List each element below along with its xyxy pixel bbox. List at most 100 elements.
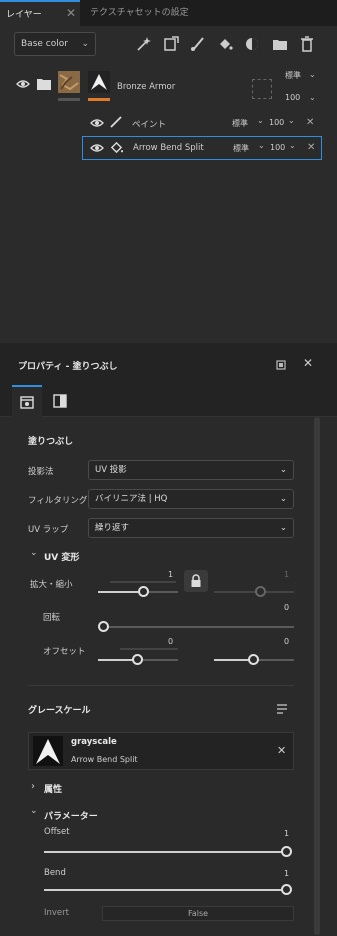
- menu-icon[interactable]: [276, 703, 288, 715]
- layer-fill-arrow-bend-split[interactable]: Arrow Bend Split 標準 ⌄ 100 ⌄ ✕: [82, 136, 322, 160]
- param-offset-label: Offset: [44, 827, 70, 837]
- offset-y-slider-fill: [214, 659, 252, 661]
- offset-x-slider-knob[interactable]: [132, 654, 143, 665]
- projection-value: UV 投影: [95, 465, 127, 475]
- rotation-slider-knob[interactable]: [98, 621, 109, 632]
- chevron-down-icon: ⌄: [81, 39, 89, 49]
- rotation-slider-track[interactable]: [104, 626, 294, 628]
- scale-value-locked: 1: [284, 570, 290, 579]
- close-icon[interactable]: ✕: [307, 142, 315, 153]
- chevron-right-icon[interactable]: ›: [31, 781, 35, 792]
- chevron-down-icon: ⌄: [257, 116, 264, 125]
- blend-mode-value[interactable]: 標準: [285, 70, 301, 81]
- tab-texture-set-settings[interactable]: テクスチャセットの設定: [84, 0, 200, 26]
- offset-x-slider-fill: [98, 659, 136, 661]
- channel-select[interactable]: Base color ⌄: [14, 32, 96, 56]
- mask-selected-indicator: [88, 98, 110, 101]
- scale-slider-knob-disabled: [255, 586, 266, 597]
- offset-y-slider-knob[interactable]: [248, 654, 259, 665]
- attributes-title[interactable]: 属性: [44, 782, 62, 795]
- layer-paint[interactable]: ペイント 標準 ⌄ 100 ⌄ ✕: [0, 112, 327, 134]
- chevron-down-icon[interactable]: ⌄: [30, 806, 38, 816]
- rotation-label: 回転: [43, 613, 61, 623]
- tab-fill-properties[interactable]: [12, 385, 42, 417]
- eye-icon[interactable]: [16, 79, 30, 89]
- properties-title: プロパティ - 塗りつぶし: [18, 362, 118, 372]
- offset-x-underline: [120, 648, 178, 650]
- opacity-value[interactable]: 100: [270, 143, 285, 152]
- close-icon[interactable]: ✕: [306, 117, 314, 128]
- trash-icon[interactable]: [299, 36, 315, 52]
- param-offset-slider-knob[interactable]: [281, 846, 292, 857]
- chevron-down-icon: ⌄: [279, 523, 287, 533]
- eye-icon[interactable]: [90, 143, 104, 153]
- lock-icon: [191, 574, 201, 587]
- close-icon[interactable]: ✕: [303, 356, 313, 370]
- layer-group-bronze-armor[interactable]: Bronze Armor 標準 ⌄ 100 ⌄: [0, 66, 327, 108]
- projection-dropdown[interactable]: UV 投影 ⌄: [88, 460, 294, 480]
- brush-icon: [110, 116, 122, 128]
- layer-name: Arrow Bend Split: [133, 143, 204, 153]
- lock-ratio-button[interactable]: [184, 570, 208, 592]
- blend-mode-value[interactable]: 標準: [233, 143, 249, 154]
- magic-wand-icon[interactable]: [136, 36, 152, 52]
- grayscale-section-title: グレースケール: [28, 706, 91, 716]
- opacity-value[interactable]: 100: [269, 118, 284, 127]
- folder-icon: [37, 79, 51, 90]
- parameters-title[interactable]: パラメーター: [44, 809, 98, 822]
- uv-wrap-label: UV ラップ: [28, 525, 69, 535]
- eye-icon[interactable]: [90, 118, 104, 128]
- close-icon[interactable]: ✕: [66, 0, 76, 26]
- chevron-down-icon: ⌄: [289, 141, 296, 150]
- scale-slider-knob[interactable]: [138, 586, 149, 597]
- scale-value-underline: [110, 581, 176, 583]
- projection-label: 投影法: [28, 467, 54, 477]
- param-invert-label: Invert: [44, 908, 69, 918]
- gradient-icon: [53, 394, 67, 408]
- folder-icon[interactable]: [272, 36, 288, 52]
- chevron-down-icon: ⌄: [279, 465, 287, 475]
- param-bend-value[interactable]: 1: [284, 869, 289, 878]
- chevron-down-icon: ⌄: [309, 70, 316, 79]
- chevron-down-icon[interactable]: ⌄: [30, 548, 38, 558]
- offset-y-value[interactable]: 0: [284, 637, 289, 646]
- add-layer-icon[interactable]: [163, 36, 179, 52]
- layer-empty-slot: [252, 79, 272, 99]
- uv-wrap-dropdown[interactable]: 繰り返す ⌄: [88, 518, 294, 538]
- resource-title: grayscale: [71, 737, 117, 747]
- filtering-value: バイリニア法 | HQ: [95, 494, 168, 504]
- param-bend-label: Bend: [44, 868, 66, 878]
- opacity-value[interactable]: 100: [285, 93, 300, 102]
- fill-bucket-icon[interactable]: [217, 36, 233, 52]
- channel-select-value: Base color: [21, 39, 68, 49]
- scale-slider-track-disabled: [214, 591, 294, 593]
- scrollbar[interactable]: [314, 417, 320, 935]
- uv-transform-title[interactable]: UV 変形: [44, 550, 79, 563]
- param-invert-value: False: [187, 909, 209, 918]
- blend-mode-value[interactable]: 標準: [232, 118, 248, 129]
- tab-grayscale[interactable]: [46, 385, 74, 417]
- resource-thumbnail: [33, 736, 63, 766]
- rotation-value[interactable]: 0: [284, 603, 289, 612]
- param-invert-toggle[interactable]: False: [102, 906, 294, 921]
- close-icon[interactable]: ✕: [277, 744, 286, 757]
- undock-icon[interactable]: [276, 360, 286, 370]
- offset-x-value[interactable]: 0: [168, 637, 173, 646]
- mask-thumbnail[interactable]: [88, 71, 110, 93]
- layers-panel: レイヤー ✕ テクスチャセットの設定 Base color ⌄ Bronze A…: [0, 0, 337, 343]
- filtering-dropdown[interactable]: バイリニア法 | HQ ⌄: [88, 489, 294, 509]
- chevron-down-icon: ⌄: [279, 494, 287, 504]
- scale-value[interactable]: 1: [168, 570, 173, 579]
- tab-layers-label: レイヤー: [6, 10, 42, 20]
- brush-icon[interactable]: [190, 36, 206, 52]
- chevron-down-icon: ⌄: [309, 93, 316, 102]
- layer-name: Bronze Armor: [117, 82, 176, 92]
- param-offset-value[interactable]: 1: [284, 829, 289, 838]
- scale-slider-fill: [98, 591, 142, 593]
- param-bend-slider-knob[interactable]: [281, 884, 292, 895]
- mask-icon[interactable]: [244, 36, 260, 52]
- section-divider: [28, 685, 294, 686]
- fill-settings-icon: [20, 396, 34, 409]
- grayscale-resource-card[interactable]: grayscale Arrow Bend Split ✕: [28, 732, 294, 770]
- properties-panel: プロパティ - 塗りつぶし ✕ 塗りつぶし 投影法 UV 投影 ⌄ フィルタリン…: [0, 343, 337, 936]
